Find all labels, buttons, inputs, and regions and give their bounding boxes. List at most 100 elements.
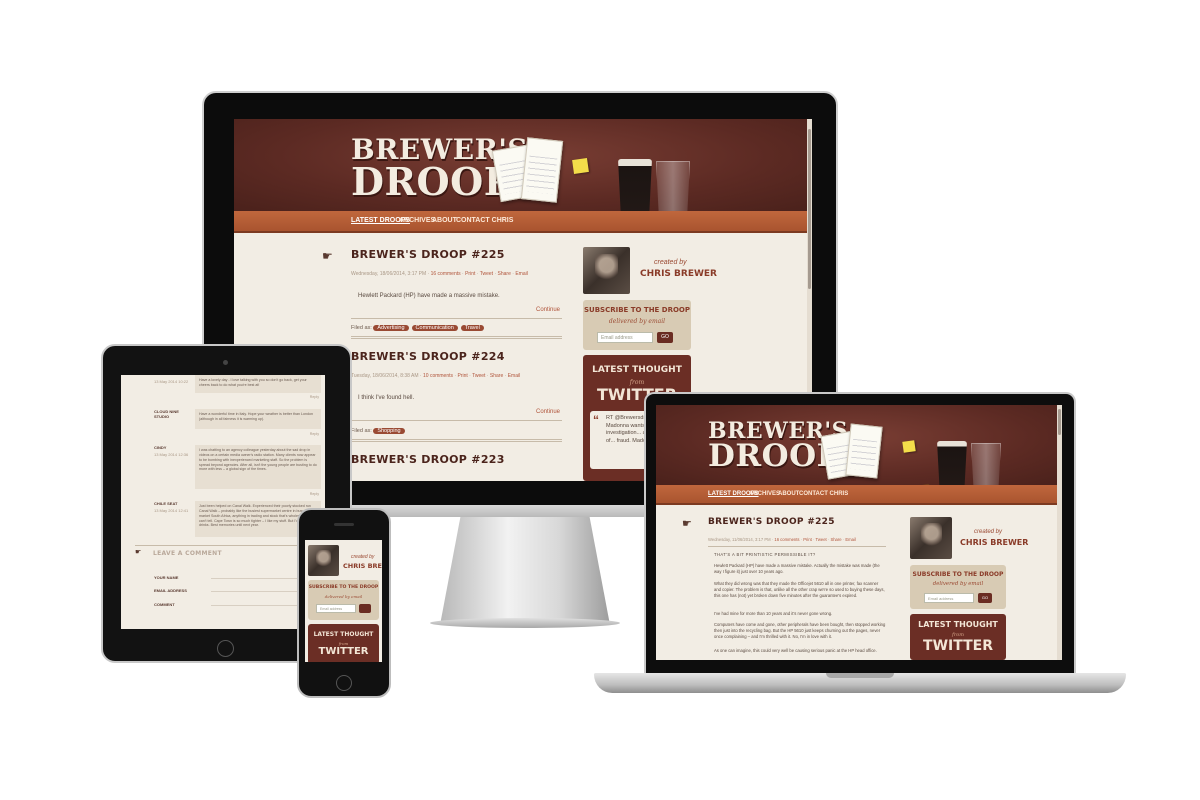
subscribe-box: SUBSCRIBE TO THE DROOP delivered by emai…: [910, 565, 1006, 609]
tweet-link[interactable]: Tweet: [472, 373, 485, 379]
continue-link[interactable]: Continue: [536, 409, 560, 415]
post-title[interactable]: BREWER'S DROOP #223: [351, 453, 505, 466]
ipad-camera: [223, 360, 228, 365]
post-paragraph: As one can imagine, this could very well…: [714, 648, 877, 653]
label-email-address: EMAIL ADDRESS: [154, 588, 187, 593]
print-link[interactable]: Print: [457, 373, 467, 379]
comment-bubble: I was chatting to an agency colleague ye…: [195, 445, 321, 489]
post-paragraph: Computers have come and gone, other peri…: [714, 622, 886, 640]
share-link[interactable]: Share: [498, 271, 511, 277]
reply-link[interactable]: Reply: [310, 432, 319, 436]
post-meta: Tuesday, 18/06/2014, 8:38 AM · 10 commen…: [351, 373, 521, 379]
divider: [708, 546, 886, 547]
divider: [351, 318, 562, 319]
post-paragraph: I've had mine for more than 10 years and…: [714, 611, 833, 616]
comments-link[interactable]: 16 comments: [431, 271, 461, 277]
tweet-link[interactable]: Tweet: [816, 537, 827, 542]
post-separator: [351, 439, 562, 442]
tag-shopping[interactable]: Shopping: [373, 428, 405, 434]
nav-archives[interactable]: ARCHIVES: [749, 491, 780, 497]
created-by-label: created by: [654, 259, 687, 266]
author-name[interactable]: CHRIS BREW: [343, 562, 382, 570]
created-by-label: created by: [351, 554, 375, 560]
email-input[interactable]: Email address: [316, 604, 356, 613]
author-name[interactable]: CHRIS BREWER: [640, 269, 717, 279]
tag-communication[interactable]: Communication: [411, 325, 458, 331]
quote-icon: “: [593, 413, 599, 427]
paper-note: [845, 423, 883, 479]
author-photo: [583, 247, 630, 294]
reply-link[interactable]: Reply: [310, 492, 319, 496]
reply-link[interactable]: Reply: [310, 395, 319, 399]
leave-comment-heading: LEAVE A COMMENT: [153, 550, 222, 557]
pointing-hand-icon: ☛: [682, 518, 692, 530]
tweet-link[interactable]: Tweet: [480, 271, 493, 277]
filed-as: Filed as: Shopping: [351, 428, 408, 434]
nav-bar: [234, 211, 812, 233]
sticky-note: [902, 440, 916, 453]
phone-screen: created by CHRIS BREW SUBSCRIBE TO THE D…: [305, 540, 382, 662]
post-excerpt: I think I've found hell.: [358, 395, 415, 401]
email-link[interactable]: Email: [845, 537, 855, 542]
continue-link[interactable]: Continue: [536, 307, 560, 313]
post-separator: [351, 336, 562, 339]
comment-author[interactable]: CLOUD NINE STUDIO: [154, 409, 190, 419]
tablet-screen: 13 May 2014 10:22 Have a lovely day - I …: [121, 375, 325, 629]
created-by-label: created by: [974, 529, 1003, 535]
comment-author[interactable]: CINDY: [154, 445, 166, 450]
laptop-screen: BREWER'S DROOP LATEST DROOPS ARCHIVES AB…: [656, 405, 1062, 660]
nav-contact-chris[interactable]: CONTACT CHRIS: [799, 491, 848, 497]
imac-foot: [430, 618, 620, 628]
iphone-home-button[interactable]: [336, 675, 352, 691]
label-your-name: YOUR NAME: [154, 575, 179, 580]
comment-bubble: Have a wonderful time in Italy. Hope you…: [195, 409, 321, 429]
share-link[interactable]: Share: [830, 537, 841, 542]
post-paragraph: What they did wrong was that they made t…: [714, 581, 885, 599]
ipad-home-button[interactable]: [217, 640, 234, 657]
post-title[interactable]: BREWER'S DROOP #224: [351, 350, 505, 363]
email-input[interactable]: Email address: [597, 332, 653, 343]
comment-author[interactable]: CHILE SEAT: [154, 501, 177, 506]
tag-travel[interactable]: Travel: [460, 325, 484, 331]
post-meta: Wednesday, 18/06/2014, 3:17 PM · 16 comm…: [351, 271, 528, 277]
post-subhead: THAT'S A BIT PRINTISTIC PERMISSIBLE IT?: [714, 552, 816, 557]
comments-link[interactable]: 16 comments: [774, 537, 799, 542]
share-link[interactable]: Share: [490, 373, 503, 379]
pointing-hand-icon: ☛: [135, 549, 142, 556]
post-title[interactable]: BREWER'S DROOP #225: [708, 517, 835, 527]
comment-date: 13 May 2014 12:36: [154, 452, 189, 457]
post-meta: Wednesday, 11/06/2014, 3:17 PM · 16 comm…: [708, 537, 856, 542]
nav-about[interactable]: ABOUT: [432, 217, 457, 224]
post-title[interactable]: BREWER'S DROOP #225: [351, 248, 505, 261]
nav-contact-chris[interactable]: CONTACT CHRIS: [456, 217, 513, 224]
label-comment: COMMENT: [154, 602, 175, 607]
email-link[interactable]: Email: [515, 271, 528, 277]
comment-date: 13 May 2014 12:41: [154, 508, 189, 513]
imac-stand: [440, 517, 610, 625]
subscribe-box: SUBSCRIBE TO THE DROOP delivered by emai…: [583, 300, 691, 350]
divider: [135, 545, 315, 546]
comment-bubble: Have a lovely day - I love talking with …: [195, 375, 321, 393]
subscribe-go-button[interactable]: [359, 604, 371, 613]
divider: [351, 420, 562, 421]
post-paragraph: Hewlett Packard (HP) have made a massive…: [714, 563, 880, 575]
subscribe-go-button[interactable]: GO: [978, 593, 992, 603]
subscribe-go-button[interactable]: GO: [657, 332, 673, 343]
latest-thought-box: LATEST THOUGHT from TWITTER: [308, 624, 379, 662]
latest-thought-box: LATEST THOUGHT from TWITTER: [910, 614, 1006, 660]
author-name[interactable]: CHRIS BREWER: [960, 538, 1028, 547]
scrollbar[interactable]: [1057, 405, 1062, 660]
comments-link[interactable]: 10 comments: [423, 373, 453, 379]
author-photo: [308, 545, 339, 576]
email-input[interactable]: Email address: [924, 593, 974, 603]
print-link[interactable]: Print: [465, 271, 475, 277]
paper-note: [520, 137, 564, 203]
print-link[interactable]: Print: [803, 537, 812, 542]
tag-advertising[interactable]: Advertising: [373, 325, 409, 331]
nav-about[interactable]: ABOUT: [778, 491, 799, 497]
subscribe-box: SUBSCRIBE TO THE DROOP delivered by emai…: [308, 580, 379, 620]
email-link[interactable]: Email: [508, 373, 521, 379]
filed-as: Filed as: Advertising Communication Travel: [351, 325, 487, 331]
author-photo: [910, 517, 952, 559]
nav-archives[interactable]: ARCHIVES: [399, 217, 435, 224]
